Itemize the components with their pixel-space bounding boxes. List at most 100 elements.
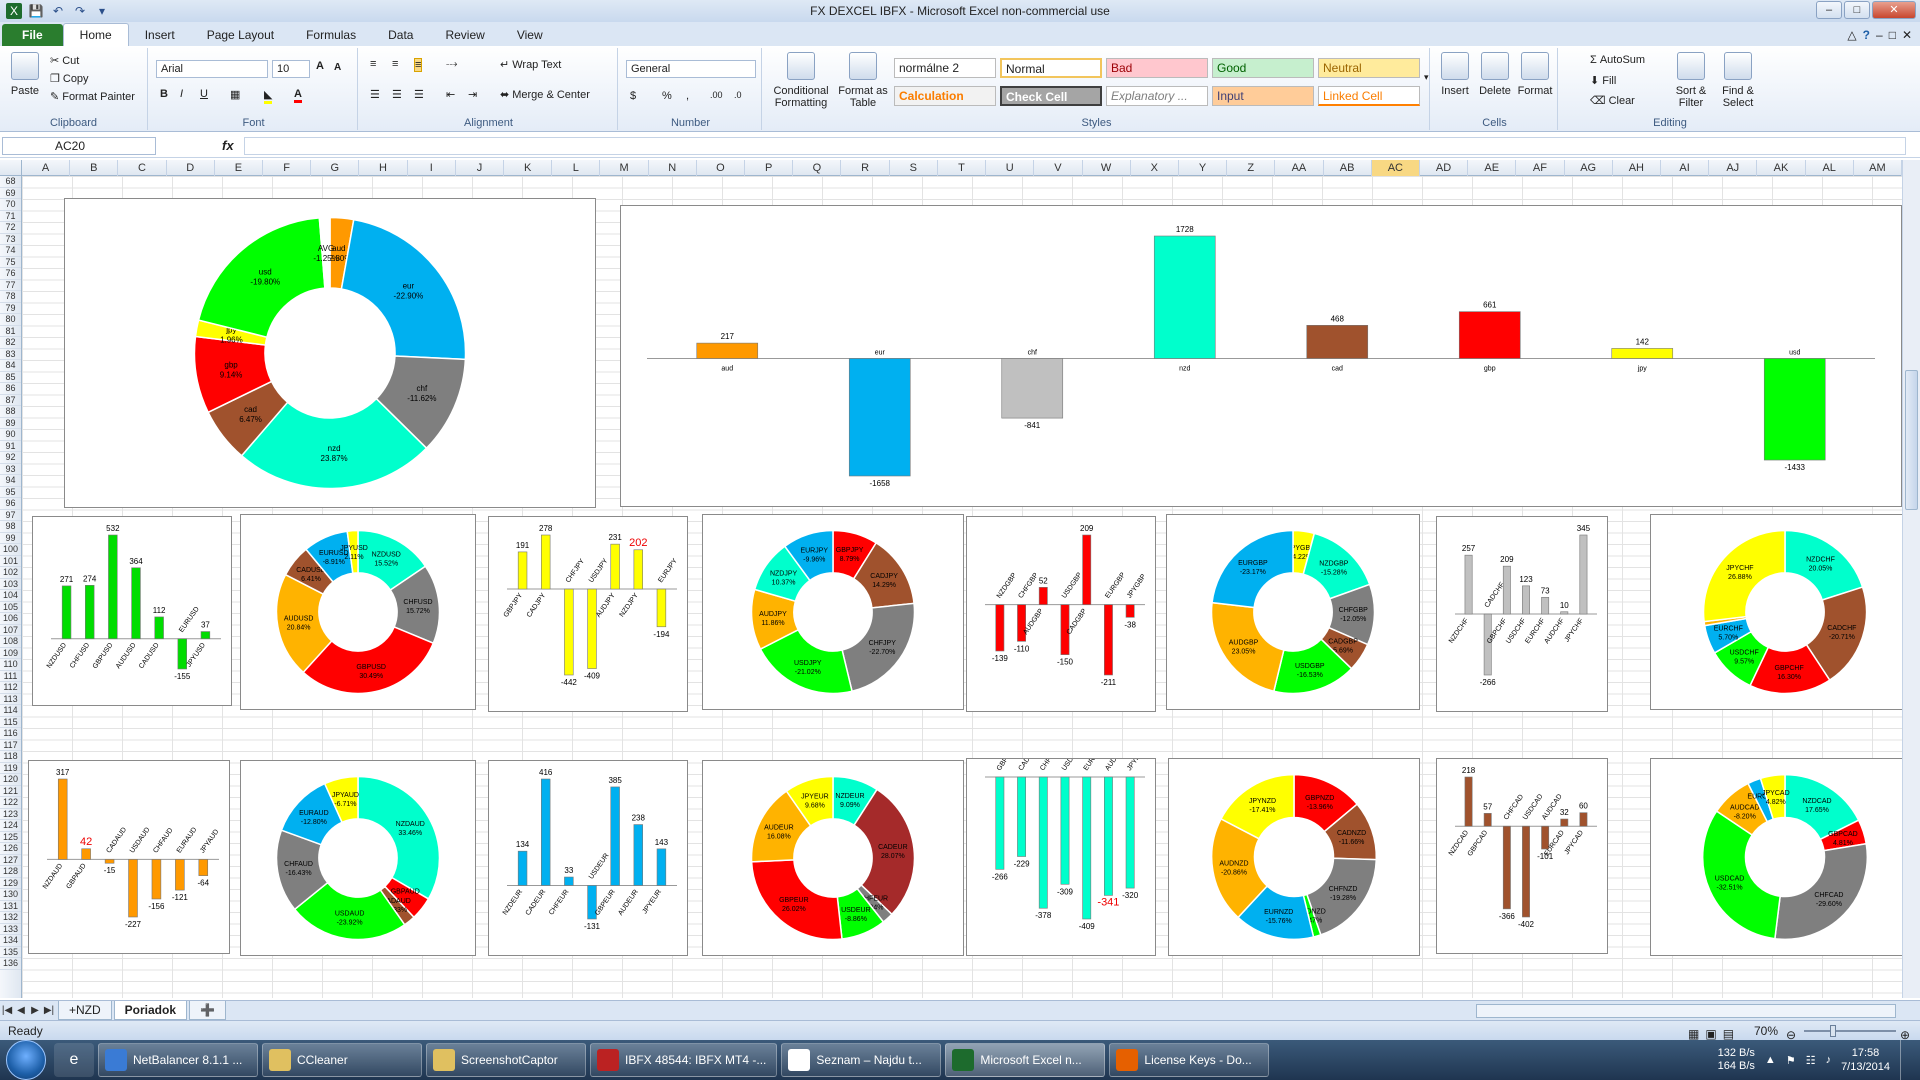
row-header[interactable]: 93 [0,464,21,475]
column-header-i[interactable]: I [408,160,456,176]
row-header[interactable]: 86 [0,383,21,395]
bar-cadeur[interactable] [541,778,551,886]
bar-eurnzd[interactable] [1082,776,1092,920]
copy-button[interactable]: ❐ Copy [50,72,89,86]
bar-cadusd[interactable] [154,616,164,640]
style-input[interactable]: Input [1212,86,1314,106]
scrollbar-thumb[interactable] [1905,370,1918,510]
row-header[interactable]: 121 [0,786,21,797]
increase-indent-button[interactable]: ⇥ [468,88,477,101]
row-header[interactable]: 115 [0,717,21,728]
row-header[interactable]: 97 [0,510,21,521]
column-header-aj[interactable]: AJ [1709,160,1758,176]
column-header-y[interactable]: Y [1179,160,1228,176]
row-header[interactable]: 68 [0,176,21,188]
row-header[interactable]: 83 [0,349,21,360]
column-header-aa[interactable]: AA [1275,160,1324,176]
row-header[interactable]: 128 [0,866,21,878]
row-header[interactable]: 76 [0,268,21,280]
row-header[interactable]: 78 [0,291,21,303]
bar-chf[interactable] [1001,358,1064,419]
bar-nzdeur[interactable] [517,850,528,886]
row-header[interactable]: 117 [0,740,21,751]
insert-cells-button[interactable]: Insert [1436,52,1474,97]
chart-chf-bar[interactable]: 257 NZDCHF -266 CADCHF 209 GBPCHF 123 USDCHF 73 E… [1436,516,1608,712]
paste-button[interactable]: Paste [8,52,42,97]
row-header[interactable]: 74 [0,245,21,257]
bar-eurjpy[interactable] [656,588,667,628]
tab-formulas[interactable]: Formulas [290,24,372,46]
column-header-ag[interactable]: AG [1565,160,1613,176]
wrap-text-button[interactable]: ↵ Wrap Text [500,58,561,72]
column-header-l[interactable]: L [552,160,601,176]
prev-sheet-icon[interactable]: ◀ [14,1005,28,1016]
row-header[interactable]: 123 [0,809,21,820]
bar-nzdjpy[interactable] [633,549,643,590]
bold-button[interactable]: B [160,88,168,100]
conditional-formatting-button[interactable]: Conditional Formatting [768,52,834,109]
row-header[interactable]: 114 [0,705,21,717]
style-explanatory[interactable]: Explanatory ... [1106,86,1208,106]
row-header[interactable]: 111 [0,671,21,682]
row-header[interactable]: 100 [0,544,21,556]
align-right-button[interactable]: ☰ [414,88,424,101]
style-normal[interactable]: Normal [1000,58,1102,78]
bar-nzdusd[interactable] [61,585,72,640]
style-calculation[interactable]: Calculation [894,86,996,106]
volume-icon[interactable]: ♪ [1826,1054,1832,1066]
cut-button[interactable]: ✂ Cut [50,54,79,68]
row-header[interactable]: 90 [0,429,21,441]
clock[interactable]: 17:58 7/13/2014 [1841,1046,1890,1074]
tab-review[interactable]: Review [429,24,500,46]
bar-audeur[interactable] [633,824,643,886]
style-normalne-2[interactable]: normálne 2 [894,58,996,78]
bar-nzdchf[interactable] [1464,554,1473,615]
bar-jpycad[interactable] [1579,812,1588,827]
ie-pinned-icon[interactable]: e [54,1043,94,1077]
row-header[interactable]: 73 [0,234,21,245]
style-linked-cell[interactable]: Linked Cell [1318,86,1420,106]
formula-input[interactable] [244,137,1906,155]
column-header-e[interactable]: E [215,160,264,176]
increase-decimal-button[interactable]: .00 [710,90,723,100]
bar-jpygbp[interactable] [1125,604,1135,618]
comma-button[interactable]: , [686,90,689,102]
taskbar-item[interactable]: ScreenshotCaptor [426,1043,586,1077]
bar-jpy[interactable] [1611,348,1674,359]
sheet-tab-nzd[interactable]: +NZD [58,1001,112,1020]
bar-chfgbp[interactable] [1017,604,1026,642]
chart-nzd-bar[interactable]: -266 GBPNZD -229 CADNZD -378 CHFNZD -309 USDNZD… [966,758,1156,956]
row-header[interactable]: 109 [0,648,21,659]
chart-usd-donut[interactable]: NZDUSD 15.52% CHFUSD 15.72% GBPUSD 30.49% AUDU… [240,514,476,710]
bar-chfcad[interactable] [1502,825,1511,910]
row-header[interactable]: 91 [0,441,21,452]
tab-page-layout[interactable]: Page Layout [191,24,290,46]
row-header[interactable]: 126 [0,843,21,855]
column-header-r[interactable]: R [841,160,890,176]
column-header-al[interactable]: AL [1806,160,1854,176]
bar-jpychf[interactable] [1579,534,1588,615]
style-check-cell[interactable]: Check Cell [1000,86,1102,106]
styles-more-icon[interactable]: ▾ [1424,72,1429,83]
style-bad[interactable]: Bad [1106,58,1208,78]
chart-gbp-donut[interactable]: JPYGBP -4.22% NZDGBP -15.28% CHFGBP -12.05% CA… [1166,514,1420,710]
bar-nzdaud[interactable] [57,778,68,860]
format-painter-button[interactable]: ✎ Format Painter [50,90,135,104]
column-header-ac[interactable]: AC [1371,160,1420,176]
row-header[interactable]: 81 [0,326,21,337]
column-header-ak[interactable]: AK [1757,160,1806,176]
currency-button[interactable]: $ [630,90,636,102]
row-header[interactable]: 135 [0,947,21,958]
align-left-button[interactable]: ☰ [370,88,380,101]
bar-usdchf[interactable] [1522,585,1530,615]
tab-insert[interactable]: Insert [129,24,191,46]
bar-gbpusd[interactable] [108,534,118,640]
bar-cadjpy[interactable] [541,534,551,590]
format-cells-button[interactable]: Format [1516,52,1554,97]
column-header-f[interactable]: F [263,160,312,176]
column-header-h[interactable]: H [359,160,408,176]
row-header[interactable]: 99 [0,533,21,544]
font-size-select[interactable]: 10 [272,60,310,78]
column-header-ai[interactable]: AI [1661,160,1710,176]
taskbar-item[interactable]: License Keys - Do... [1109,1043,1270,1077]
